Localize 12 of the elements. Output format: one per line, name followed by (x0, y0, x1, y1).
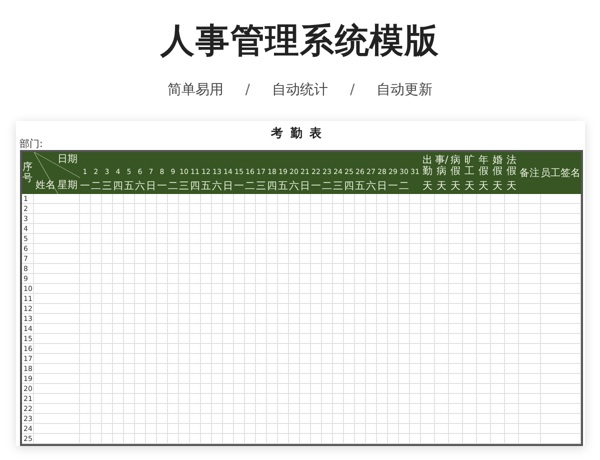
sheet-title: 考勤表 (271, 127, 329, 139)
header-cell: 姓名 (36, 181, 56, 191)
department-label: 部门: (20, 140, 44, 150)
tagline: 自动更新 (376, 81, 433, 100)
diagonal-lines-drawing (34, 152, 80, 194)
tagline: 自动统计 (272, 81, 328, 100)
page-title: 人事管理系统模版 (160, 24, 440, 58)
separator-slash: / (245, 81, 250, 100)
separator-slash: / (350, 81, 355, 100)
tagline: 简单易用 (167, 81, 224, 100)
header-cell: 星期 (58, 181, 78, 191)
header-cell: 日期 (58, 155, 78, 165)
